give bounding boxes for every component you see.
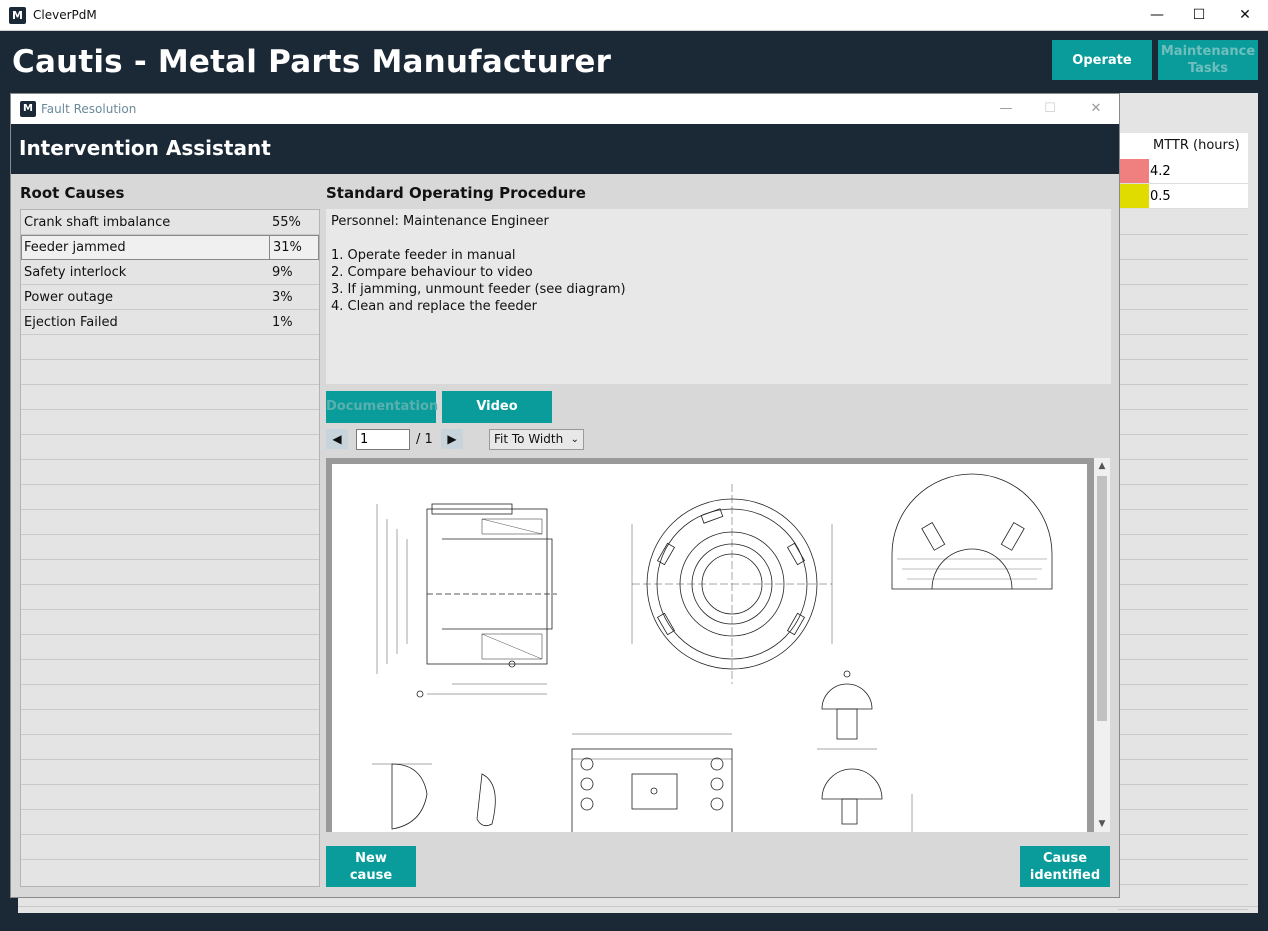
- list-item-selected[interactable]: Feeder jammed 31%: [21, 235, 319, 260]
- sop-line: 1. Operate feeder in manual: [331, 248, 516, 263]
- empty-row: [21, 560, 319, 585]
- cause-name: Power outage: [24, 290, 113, 305]
- new-cause-button[interactable]: New cause: [326, 846, 416, 887]
- list-item[interactable]: Safety interlock 9%: [21, 260, 319, 285]
- empty-row: [21, 460, 319, 485]
- empty-row: [21, 660, 319, 685]
- empty-row: [21, 685, 319, 710]
- cause-name: Crank shaft imbalance: [24, 215, 171, 230]
- sop-line: [331, 230, 1106, 247]
- next-page-button[interactable]: ▶: [441, 429, 463, 449]
- document-viewer[interactable]: [326, 458, 1110, 832]
- table-row[interactable]: 4.2: [1118, 159, 1248, 184]
- window-titlebar: M CleverPdM — ☐ ✕: [0, 0, 1268, 31]
- empty-row: [21, 785, 319, 810]
- list-item[interactable]: Power outage 3%: [21, 285, 319, 310]
- background-grid-lines: [1118, 210, 1248, 910]
- table-row[interactable]: 0.5: [1118, 184, 1248, 209]
- empty-row: [21, 760, 319, 785]
- list-item[interactable]: Crank shaft imbalance 55%: [21, 210, 319, 235]
- documentation-tab[interactable]: Documentation: [326, 391, 438, 423]
- dialog-minimize-button[interactable]: —: [983, 94, 1029, 124]
- empty-row: [21, 535, 319, 560]
- empty-row: [21, 335, 319, 360]
- app-logo-icon: M: [9, 7, 26, 24]
- scroll-thumb[interactable]: [1097, 476, 1107, 721]
- empty-row: [21, 485, 319, 510]
- drawing-image: [372, 473, 1053, 832]
- video-tab[interactable]: Video: [442, 391, 552, 423]
- empty-row: [21, 810, 319, 835]
- window-title: CleverPdM: [33, 8, 97, 22]
- sop-line: Personnel: Maintenance Engineer: [331, 214, 549, 229]
- root-causes-title: Root Causes: [20, 184, 125, 202]
- cause-probability: 9%: [272, 265, 293, 280]
- mttr-value: 0.5: [1150, 189, 1171, 204]
- intervention-assistant-title: Intervention Assistant: [19, 136, 271, 160]
- cause-probability: 3%: [272, 290, 293, 305]
- cause-identified-button[interactable]: Cause identified: [1020, 846, 1110, 887]
- cause-probability: 31%: [269, 236, 302, 259]
- cause-name: Ejection Failed: [24, 315, 118, 330]
- empty-row: [21, 360, 319, 385]
- empty-row: [21, 385, 319, 410]
- page-number-input[interactable]: [356, 429, 410, 450]
- fault-resolution-dialog: M Fault Resolution — ☐ ✕ Intervention As…: [10, 93, 1120, 898]
- maintenance-tasks-button[interactable]: Maintenance Tasks: [1158, 40, 1258, 80]
- zoom-select[interactable]: Fit To Width ⌄: [489, 429, 584, 450]
- root-causes-list: Crank shaft imbalance 55% Feeder jammed …: [20, 209, 320, 887]
- dialog-title: Fault Resolution: [41, 102, 137, 116]
- cause-name: Feeder jammed: [24, 240, 126, 255]
- empty-row: [21, 435, 319, 460]
- background-table: MTTR (hours) 4.2 0.5: [1118, 133, 1248, 209]
- empty-row: [21, 735, 319, 760]
- scroll-down-icon[interactable]: ▼: [1094, 816, 1110, 832]
- scroll-up-icon[interactable]: ▲: [1094, 458, 1110, 474]
- empty-row: [21, 610, 319, 635]
- dialog-titlebar: M Fault Resolution — ☐ ✕: [11, 94, 1119, 124]
- close-button[interactable]: ✕: [1222, 0, 1268, 31]
- sop-line: 2. Compare behaviour to video: [331, 265, 533, 280]
- dialog-close-button[interactable]: ✕: [1073, 94, 1119, 124]
- zoom-value: Fit To Width: [494, 432, 564, 446]
- mttr-header: MTTR (hours): [1118, 133, 1248, 159]
- app-title: Cautis - Metal Parts Manufacturer: [12, 44, 612, 80]
- operate-button[interactable]: Operate: [1052, 40, 1152, 80]
- chevron-down-icon: ⌄: [570, 434, 579, 445]
- sop-line: 3. If jamming, unmount feeder (see diagr…: [331, 282, 626, 297]
- maximize-button[interactable]: ☐: [1176, 0, 1222, 31]
- empty-row: [21, 710, 319, 735]
- page-total: / 1: [416, 432, 433, 447]
- cause-name: Safety interlock: [24, 265, 127, 280]
- viewer-scrollbar[interactable]: ▲ ▼: [1094, 458, 1110, 832]
- empty-row: [21, 635, 319, 660]
- cause-probability: 1%: [272, 315, 293, 330]
- sop-title: Standard Operating Procedure: [326, 184, 586, 202]
- status-swatch: [1118, 184, 1149, 208]
- app-logo-icon: M: [20, 101, 36, 117]
- divider: [18, 906, 1258, 907]
- minimize-button[interactable]: —: [1134, 0, 1180, 31]
- prev-page-button[interactable]: ◀: [326, 429, 348, 449]
- status-swatch: [1118, 159, 1149, 183]
- empty-row: [21, 410, 319, 435]
- dialog-header: Intervention Assistant: [11, 124, 1119, 174]
- mttr-value: 4.2: [1150, 164, 1171, 179]
- empty-row: [21, 835, 319, 860]
- cause-probability: 55%: [272, 215, 301, 230]
- empty-row: [21, 585, 319, 610]
- sop-text: Personnel: Maintenance Engineer 1. Opera…: [326, 209, 1111, 384]
- dialog-maximize-button[interactable]: ☐: [1027, 94, 1073, 124]
- list-item[interactable]: Ejection Failed 1%: [21, 310, 319, 335]
- empty-row: [21, 510, 319, 535]
- technical-drawing: [332, 464, 1087, 832]
- sop-line: 4. Clean and replace the feeder: [331, 299, 537, 314]
